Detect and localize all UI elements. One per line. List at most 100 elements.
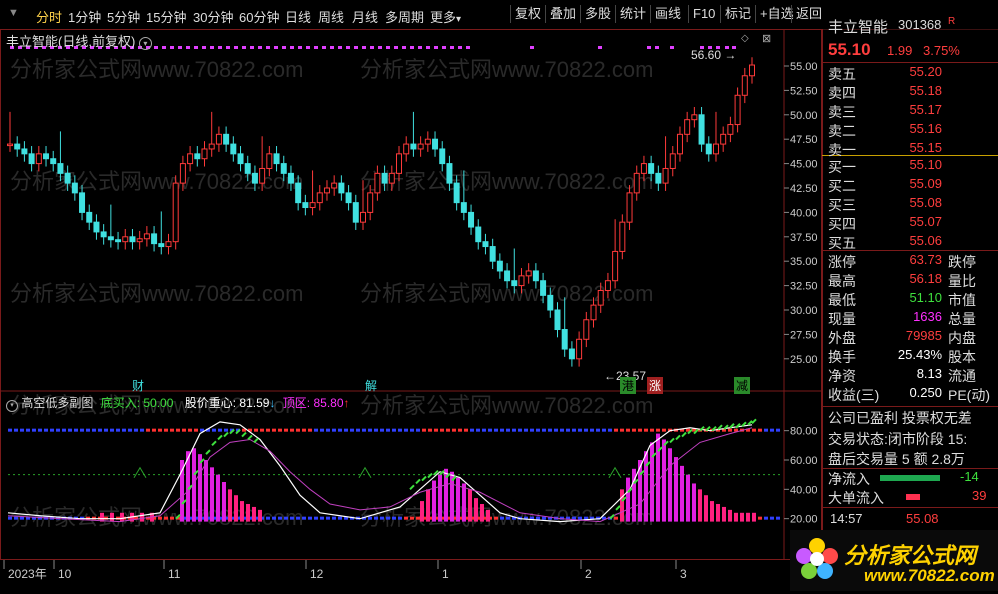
chart-area[interactable]: 分析家公式网www.70822.com 分析家公式网www.70822.com 分析… (0, 29, 822, 591)
signal-dot-32 (266, 46, 270, 49)
tab-multi-period[interactable]: 多周期 (385, 7, 424, 26)
candle-body-70 (511, 280, 518, 287)
indicator-bar-4 (204, 460, 208, 522)
mark-button[interactable]: 标记 (720, 5, 755, 23)
close-icon[interactable]: ⊠ (762, 32, 771, 45)
tab-60min[interactable]: 60分钟 (239, 7, 279, 26)
signal-dot-37 (306, 46, 310, 49)
ladder-step-32 (669, 437, 675, 444)
band-bot-296 (296, 516, 300, 520)
candle-body-15 (115, 239, 122, 243)
band-top-422 (422, 428, 426, 432)
indicator-bar-33 (626, 477, 630, 522)
event-tag-reduce[interactable]: 减 (734, 377, 751, 394)
back-button[interactable]: 返回 (791, 5, 826, 23)
overlay-button[interactable]: 叠加 (545, 5, 580, 23)
band-top-566 (566, 428, 570, 432)
arrow-right-icon: → (724, 48, 737, 62)
status-after-hours: 盘后交易量 5 额 2.8万 (828, 451, 965, 467)
stock-name: 丰立智能 (828, 19, 889, 36)
draw-line-button[interactable]: 画线 (650, 5, 685, 23)
event-tag-hk[interactable]: 港 (620, 377, 637, 394)
indicator-bar-47 (710, 501, 714, 522)
ladder-step-7 (217, 434, 223, 441)
candle-body-52 (381, 172, 388, 184)
tick-price: 55.08 (906, 511, 939, 526)
signal-dot-56 (458, 46, 462, 49)
candle-body-46 (338, 182, 345, 194)
arrow-down-icon: ↓ (269, 396, 276, 410)
net-inflow-value: -14 (960, 469, 979, 484)
stock-code: 301368 (898, 17, 942, 32)
adjust-button[interactable]: 复权 (510, 5, 545, 23)
band-bot-284 (284, 516, 288, 520)
tab-more[interactable]: 更多▾ (430, 7, 461, 26)
watermark-group: 分析家公式网www.70822.com 分析家公式网www.70822.com 分析… (10, 57, 653, 530)
indicator-bar-53 (746, 512, 750, 522)
indicator-name[interactable]: 高空低多副图 (21, 396, 93, 410)
statistics-button[interactable]: 统计 (615, 5, 650, 23)
ind-axis-label-2: 40.00 (790, 484, 818, 496)
f10-button[interactable]: F10 (688, 5, 719, 23)
watermark-1: 分析家公式网www.70822.com (360, 57, 653, 82)
band-top-728 (728, 428, 732, 432)
tab-weekly[interactable]: 周线 (318, 7, 344, 26)
high-price-label: 56.60 → (691, 48, 737, 62)
candle-body-7 (57, 163, 64, 174)
stat-2-label: 最低 (828, 292, 856, 308)
band-bot-494 (494, 516, 498, 520)
ladder-step-6 (211, 440, 217, 447)
candle-body-90 (655, 172, 662, 184)
tab-5min[interactable]: 5分钟 (107, 7, 140, 26)
event-tag-unlock[interactable]: 解 (365, 377, 377, 394)
signal-dot-54 (442, 46, 446, 49)
signal-dot-39 (322, 46, 326, 49)
tab-monthly[interactable]: 月线 (352, 7, 378, 26)
indicator-bar-30 (480, 504, 484, 522)
band-top-104 (104, 428, 108, 432)
net-inflow-bar (880, 475, 940, 481)
band-top-512 (512, 428, 516, 432)
ask-4-value: 55.18 (909, 83, 942, 98)
time-axis-label-0: 2023年 (8, 567, 47, 581)
candle-body-4 (35, 153, 42, 165)
price-axis-label-6: 40.00 (790, 207, 818, 219)
band-top-194 (194, 428, 198, 432)
indicator-bar-12 (252, 506, 256, 522)
event-tag-finance[interactable]: 财 (132, 377, 144, 394)
price-axis-label-8: 35.00 (790, 256, 818, 268)
kline-chart[interactable]: 分析家公式网www.70822.com 分析家公式网www.70822.com 分析… (0, 29, 822, 591)
indicator-axis: 80.00 60.00 40.00 20.00 (784, 426, 818, 526)
indicator-bar-32 (620, 489, 624, 522)
band-top-776 (776, 428, 780, 432)
tab-daily[interactable]: 日线 (285, 7, 311, 26)
net-inflow-label: 净流入 (828, 471, 870, 487)
candle-body-33 (244, 163, 251, 174)
candle-body-80 (583, 319, 590, 340)
candle-body-30 (223, 133, 230, 145)
tab-1min[interactable]: 1分钟 (68, 7, 101, 26)
chevron-circle-icon[interactable]: ▾ (138, 37, 152, 50)
multi-stock-button[interactable]: 多股 (580, 5, 615, 23)
event-tag-limit-up[interactable]: 涨 (647, 377, 664, 394)
ask-4-label: 卖四 (828, 85, 856, 101)
stat-0-value: 63.73 (909, 252, 942, 267)
diamond-icon[interactable]: ◇ (741, 33, 749, 44)
candle-body-37 (273, 153, 280, 165)
band-top-770 (770, 428, 774, 432)
candle-body-12 (93, 221, 100, 233)
band-top-158 (158, 428, 162, 432)
tab-15min[interactable]: 15分钟 (146, 7, 186, 26)
divider (822, 507, 998, 508)
tab-intraday[interactable]: 分时 (36, 7, 62, 26)
site-logo: 分析家公式网 www.70822.com (790, 530, 998, 591)
signal-dot-29 (242, 46, 246, 49)
tab-30min[interactable]: 30分钟 (193, 7, 233, 26)
stat-6-value: 8.13 (916, 366, 942, 381)
price-axis: 55.00 52.50 50.00 47.50 45.00 42.50 40.00 37.50… (784, 61, 818, 366)
gear-icon[interactable]: ▾ (6, 400, 18, 412)
indicator-bar-36 (644, 451, 648, 522)
band-top-632 (632, 428, 636, 432)
candles-group (7, 57, 755, 367)
candle-body-98 (712, 143, 719, 155)
